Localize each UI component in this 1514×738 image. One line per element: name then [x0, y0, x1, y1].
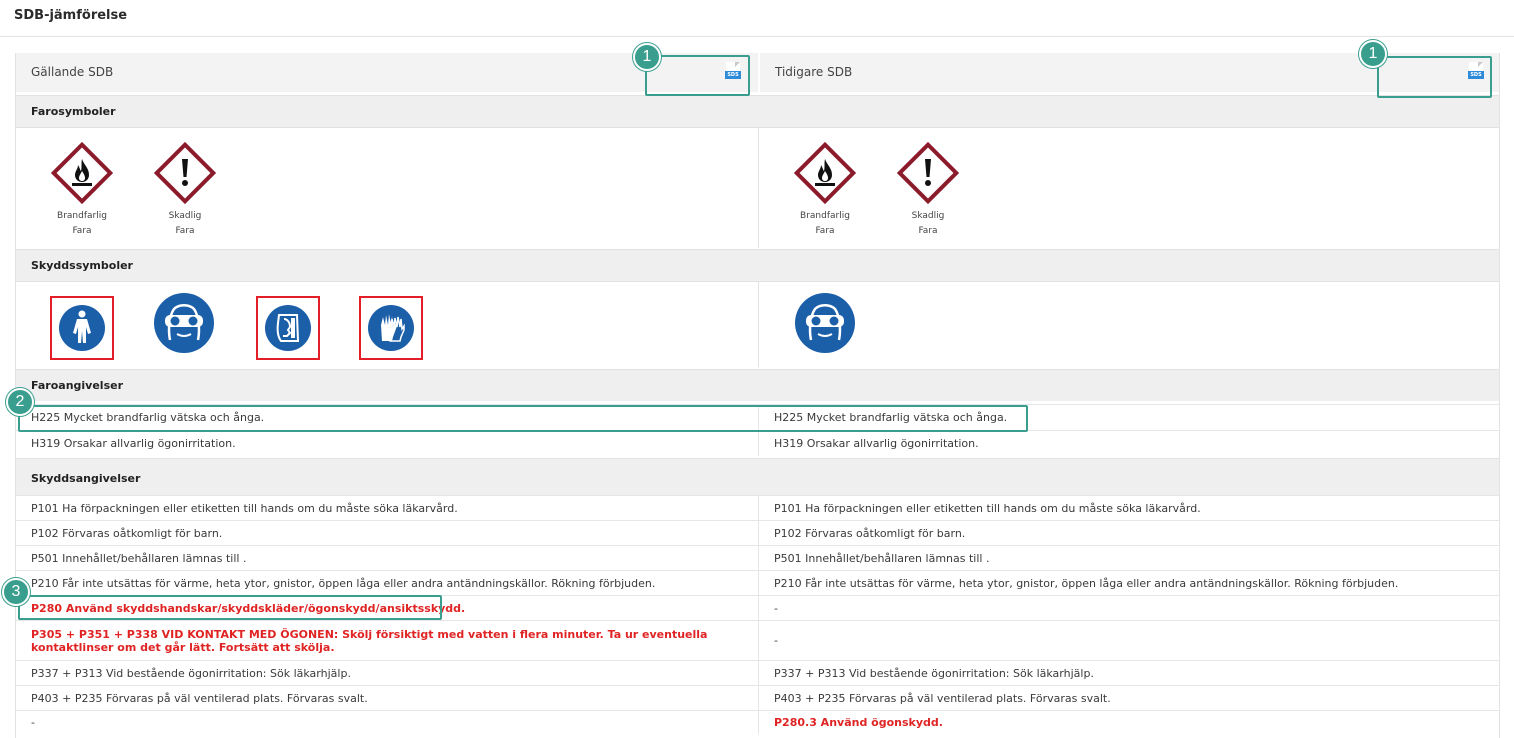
callout-badge-2: 2: [6, 388, 34, 416]
column-title-previous: Tidigare SDB: [775, 65, 853, 79]
cell-previous: -: [774, 634, 778, 647]
section-hazard-symbols: Farosymboler: [16, 95, 1499, 127]
callout-badge-1-current: 1: [633, 43, 661, 71]
face-shield-icon: [265, 305, 311, 351]
exclamation-pictogram-icon: [154, 142, 216, 204]
cell-previous: P403 + P235 Förvaras på väl ventilerad p…: [774, 691, 1111, 705]
cell-current: P101 Ha förpackningen eller etiketten ti…: [31, 501, 458, 515]
hazard-symbol-name: Brandfarlig: [57, 211, 107, 221]
page-title: SDB-jämförelse: [14, 8, 128, 23]
protective-symbol-current-suit: [50, 296, 114, 360]
table-row: P501 Innehållet/behållaren lämnas till .…: [16, 545, 1499, 570]
table-row: - P280.3 Använd ögonskydd.: [16, 710, 1499, 734]
section-hazard-statements: Faroangivelser: [16, 369, 1499, 401]
cell-previous: P102 Förvaras oåtkomligt för barn.: [774, 526, 966, 540]
callout-badge-3: 3: [2, 578, 30, 606]
safety-goggles-icon: [154, 293, 214, 353]
cell-current: P102 Förvaras oåtkomligt för barn.: [31, 526, 223, 540]
cell-current: P501 Innehållet/behållaren lämnas till .: [31, 551, 247, 565]
cell-current: P337 + P313 Vid bestående ögonirritation…: [31, 666, 351, 680]
section-protective-symbols: Skyddssymboler: [16, 249, 1499, 281]
safety-goggles-icon: [795, 293, 855, 353]
flame-pictogram-icon: [794, 142, 856, 204]
callout-box-2: [18, 405, 1028, 432]
protective-gloves-icon: [368, 305, 414, 351]
cell-previous: P337 + P313 Vid bestående ögonirritation…: [774, 666, 1094, 680]
protective-symbol-current-gloves: [359, 296, 423, 360]
cell-previous: P280.3 Använd ögonskydd.: [774, 716, 943, 729]
cell-current: P305 + P351 + P338 VID KONTAKT MED ÖGONE…: [31, 627, 708, 654]
callout-box-1-previous: [1377, 56, 1492, 98]
callout-box-3: [18, 595, 442, 620]
cell-previous: H319 Orsakar allvarlig ögonirritation.: [774, 437, 979, 450]
section-precautionary-statements: Skyddsangivelser: [16, 458, 1499, 495]
cell-previous: P501 Innehållet/behållaren lämnas till .: [774, 551, 990, 565]
hazard-symbols-block: Brandfarlig Fara Skadlig Fara Brandfarli…: [16, 127, 1499, 248]
hazard-symbol-previous-flammable: Brandfarlig Fara: [787, 142, 863, 237]
table-row: P210 Får inte utsättas för värme, heta y…: [16, 570, 1499, 595]
table-row: P305 + P351 + P338 VID KONTAKT MED ÖGONE…: [16, 620, 1499, 660]
cell-current: -: [31, 716, 35, 729]
hazard-symbol-current-harmful: Skadlig Fara: [147, 142, 223, 237]
hazard-symbol-signal: Fara: [175, 226, 195, 236]
protective-suit-icon: [59, 305, 105, 351]
comparison-table: Gällande SDB SDS Tidigare SDB SDS Farosy…: [15, 53, 1500, 738]
cell-current: H319 Orsakar allvarlig ögonirritation.: [31, 437, 236, 450]
hazard-symbol-name: Brandfarlig: [800, 211, 850, 221]
hazard-symbol-signal: Fara: [918, 226, 938, 236]
protective-symbol-previous-goggles: [794, 292, 856, 354]
hazard-symbol-name: Skadlig: [911, 211, 945, 221]
hazard-symbol-signal: Fara: [815, 226, 835, 236]
hazard-symbol-signal: Fara: [72, 226, 92, 236]
hazard-symbol-current-flammable: Brandfarlig Fara: [44, 142, 120, 237]
protective-symbol-current-goggles: [153, 292, 215, 354]
cell-current: P210 Får inte utsättas för värme, heta y…: [31, 576, 656, 590]
title-divider: [0, 36, 1514, 37]
cell-current: P403 + P235 Förvaras på väl ventilerad p…: [31, 691, 368, 705]
cell-previous: P210 Får inte utsättas för värme, heta y…: [774, 576, 1399, 590]
cell-previous: P101 Ha förpackningen eller etiketten ti…: [774, 501, 1201, 515]
hazard-symbol-name: Skadlig: [168, 211, 202, 221]
callout-box-1-current: [645, 55, 750, 96]
table-row: P337 + P313 Vid bestående ögonirritation…: [16, 660, 1499, 685]
cell-previous: -: [774, 601, 778, 615]
column-title-current: Gällande SDB: [31, 65, 114, 79]
exclamation-pictogram-icon: [897, 142, 959, 204]
flame-pictogram-icon: [51, 142, 113, 204]
protective-symbol-current-face-shield: [256, 296, 320, 360]
callout-badge-1-previous: 1: [1359, 40, 1387, 68]
protective-symbols-block: [16, 281, 1499, 367]
table-row: H319 Orsakar allvarlig ögonirritation. H3…: [16, 430, 1499, 456]
table-row: P102 Förvaras oåtkomligt för barn. P102 F…: [16, 520, 1499, 545]
table-row: P403 + P235 Förvaras på väl ventilerad p…: [16, 685, 1499, 710]
hazard-symbol-previous-harmful: Skadlig Fara: [890, 142, 966, 237]
table-row: P101 Ha förpackningen eller etiketten ti…: [16, 495, 1499, 520]
